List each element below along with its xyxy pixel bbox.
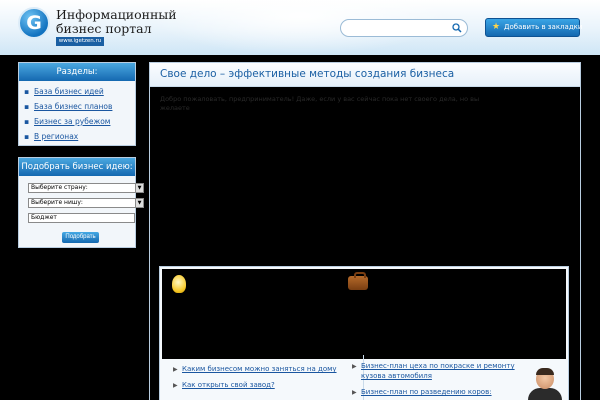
bullet-icon: ▶	[352, 389, 357, 396]
chevron-down-icon[interactable]: ▼	[135, 184, 143, 192]
plan-link-cows[interactable]: ▶ Бизнес-план по разведению коров:	[352, 387, 492, 398]
sidebar-item-plans[interactable]: ▪ База бизнес планов	[24, 102, 112, 111]
bullet-icon: ▶	[173, 382, 178, 389]
add-bookmark-button[interactable]: ★ Добавить в закладки	[485, 18, 583, 37]
site-url-badge: www.igetzen.ru	[56, 37, 104, 46]
logo-icon[interactable]: G	[18, 7, 50, 39]
bullet-icon: ▶	[352, 363, 357, 370]
site-title[interactable]: Информационный бизнес портал	[56, 8, 177, 36]
site-title-line-2: бизнес портал	[56, 21, 152, 36]
budget-input[interactable]: Бюджет	[28, 213, 135, 223]
add-bookmark-label: Добавить в закладки	[504, 23, 583, 31]
chevron-down-icon[interactable]: ▼	[135, 199, 143, 207]
site-header: G Информационный бизнес портал www.igetz…	[0, 0, 600, 55]
bullet-icon: ▪	[24, 102, 30, 111]
site-title-line-1: Информационный	[56, 7, 177, 22]
search-box[interactable]	[340, 19, 468, 37]
sections-panel: Разделы: ▪ База бизнес идей ▪ База бизнес …	[18, 62, 136, 146]
sections-title: Разделы:	[19, 63, 135, 81]
person-photo	[528, 368, 562, 400]
bullet-icon: ▶	[173, 366, 178, 373]
search-icon[interactable]	[452, 23, 462, 33]
intro-paragraph: Добро пожаловать, предприниматель! Даже,…	[160, 95, 480, 112]
popular-topics-block: ▶ Каким бизнесом можно заняться на дому ▶…	[159, 266, 569, 400]
topic-link-home-business[interactable]: ▶ Каким бизнесом можно заняться на дому	[173, 364, 337, 375]
bullet-icon: ▪	[24, 87, 30, 96]
sidebar-item-abroad[interactable]: ▪ Бизнес за рубежом	[24, 117, 110, 126]
niche-select[interactable]: Выберите нишу: ▼	[28, 198, 144, 208]
topic-link-open-factory[interactable]: ▶ Как открыть свой завод?	[173, 380, 275, 391]
lightbulb-icon	[172, 275, 186, 293]
star-icon: ★	[492, 22, 501, 32]
page-title: Свое дело – эффективные методы создания …	[160, 68, 455, 80]
briefcase-icon	[348, 272, 368, 290]
country-select[interactable]: Выберите страну: ▼	[28, 183, 144, 193]
sidebar-item-regions[interactable]: ▪ В регионах	[24, 132, 78, 141]
main-title-bar: Свое дело – эффективные методы создания …	[150, 63, 580, 87]
bullet-icon: ▪	[24, 132, 30, 141]
bullet-icon: ▪	[24, 117, 30, 126]
sidebar-item-ideas[interactable]: ▪ База бизнес идей	[24, 87, 104, 96]
idea-finder-panel: Подобрать бизнес идею: Выберите страну: …	[18, 157, 144, 248]
idea-finder-title: Подобрать бизнес идею:	[19, 158, 135, 176]
main-content: Свое дело – эффективные методы создания …	[149, 62, 581, 400]
search-input[interactable]	[347, 22, 447, 34]
plan-link-car-paint-cont[interactable]: кузова автомобиля	[361, 371, 432, 381]
pick-idea-button[interactable]: Подобрать	[62, 232, 99, 243]
